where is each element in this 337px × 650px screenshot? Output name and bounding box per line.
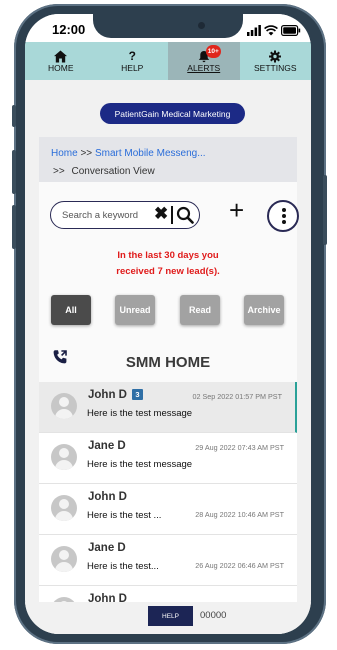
camera-icon — [198, 22, 205, 29]
conversation-name-text: John D — [88, 389, 127, 401]
conversation-date: 28 Aug 2022 10:46 AM PST — [195, 510, 284, 519]
conversation-list: John D 3 02 Sep 2022 01:57 PM PST Here is… — [39, 382, 297, 617]
breadcrumb-section-link[interactable]: Smart Mobile Messeng... — [95, 148, 206, 159]
conversation-message: Here is the test... — [87, 561, 159, 572]
more-dot-icon — [282, 214, 286, 218]
more-options-button[interactable] — [267, 200, 299, 232]
nav-home[interactable]: HOME — [25, 42, 97, 80]
breadcrumb-current: Conversation View — [71, 166, 155, 177]
conversation-message: Here is the test ... — [87, 510, 162, 521]
nav-help[interactable]: ? HELP — [97, 42, 169, 80]
nav-help-label: HELP — [121, 62, 144, 73]
search-divider — [171, 206, 173, 224]
side-button-volume-up — [12, 150, 16, 194]
conversation-date: 02 Sep 2022 01:57 PM PST — [192, 392, 282, 401]
search-input[interactable]: Search a keyword — [62, 210, 138, 221]
more-dot-icon — [282, 208, 286, 212]
avatar-icon — [51, 495, 77, 521]
conversation-name: Jane D — [88, 542, 126, 554]
conversation-row[interactable]: John D 28 Aug 2022 10:46 AM PST Here is … — [39, 484, 297, 535]
avatar-icon — [51, 444, 77, 470]
side-button-power — [323, 175, 327, 245]
avatar-icon — [51, 546, 77, 572]
nav-settings-label: SETTINGS — [253, 62, 297, 73]
cellular-signal-icon — [247, 25, 261, 36]
gear-icon — [269, 50, 282, 62]
battery-icon — [281, 25, 301, 36]
breadcrumb-line-2: >> Conversation View — [53, 166, 155, 177]
status-time: 12:00 — [52, 22, 86, 37]
nav-settings[interactable]: SETTINGS — [240, 42, 312, 80]
leads-notice: In the last 30 days you received 7 new l… — [39, 248, 297, 280]
breadcrumb-current-prefix: >> — [53, 166, 65, 177]
help-button[interactable]: HELP — [148, 606, 193, 626]
conversation-name: Jane D — [88, 440, 126, 452]
conversation-message: Here is the test message — [87, 408, 193, 419]
leads-notice-line-1: In the last 30 days you — [117, 250, 219, 261]
more-dot-icon — [282, 220, 286, 224]
breadcrumb: Home >> Smart Mobile Messeng... >> Conve… — [39, 137, 297, 182]
alerts-badge: 10+ — [205, 45, 221, 58]
side-button-volume-down — [12, 205, 16, 249]
search-box[interactable]: Search a keyword ✖ — [50, 201, 200, 229]
add-icon[interactable]: + — [229, 196, 244, 224]
avatar-icon — [51, 393, 77, 419]
status-bar: 12:00 — [25, 14, 311, 42]
footer-bar: HELP 00000 — [25, 602, 311, 634]
search-icon[interactable] — [176, 206, 194, 224]
section-title: SMM HOME — [125, 354, 211, 371]
brand-button[interactable]: PatientGain Medical Marketing — [100, 103, 245, 124]
filter-unread-button[interactable]: Unread — [115, 295, 155, 325]
conversation-name: John D 3 — [88, 389, 143, 401]
conversation-date: 29 Aug 2022 07:43 AM PST — [195, 443, 284, 452]
conversation-row[interactable]: Jane D 26 Aug 2022 06:46 AM PST Here is … — [39, 535, 297, 586]
side-button-mute — [12, 105, 16, 127]
unread-count-badge: 3 — [131, 389, 143, 400]
conversation-date: 26 Aug 2022 06:46 AM PST — [195, 561, 284, 570]
leads-notice-line-2: received 7 new lead(s). — [116, 266, 220, 277]
clear-search-icon[interactable]: ✖ — [154, 204, 168, 224]
question-icon: ? — [128, 48, 136, 63]
phone-screen: 12:00 HOME ? HELP 10+ ALERTS SETTINGS Pa… — [25, 14, 311, 634]
filter-buttons: All Unread Read Archive — [50, 295, 298, 327]
breadcrumb-line-1: Home >> Smart Mobile Messeng... — [51, 148, 206, 159]
conversation-row[interactable]: John D 3 02 Sep 2022 01:57 PM PST Here is… — [39, 382, 297, 433]
breadcrumb-home-link[interactable]: Home — [51, 148, 78, 159]
filter-archive-button[interactable]: Archive — [244, 295, 284, 325]
breadcrumb-separator: >> — [80, 148, 93, 159]
filter-all-button[interactable]: All — [51, 295, 91, 325]
main-content: Search a keyword ✖ + In the last 30 days… — [39, 182, 299, 634]
top-nav-bar: HOME ? HELP 10+ ALERTS SETTINGS — [25, 42, 311, 80]
nav-home-label: HOME — [48, 62, 74, 73]
nav-alerts-label: ALERTS — [187, 62, 221, 73]
conversation-row[interactable]: Jane D 29 Aug 2022 07:43 AM PST Here is … — [39, 433, 297, 484]
home-icon — [54, 50, 68, 62]
footer-code: 00000 — [200, 610, 227, 621]
filter-read-button[interactable]: Read — [180, 295, 220, 325]
nav-alerts[interactable]: 10+ ALERTS — [168, 42, 240, 80]
conversation-name: John D — [88, 491, 127, 503]
notch — [93, 14, 243, 38]
conversation-message: Here is the test message — [87, 459, 193, 470]
wifi-icon — [264, 25, 278, 36]
